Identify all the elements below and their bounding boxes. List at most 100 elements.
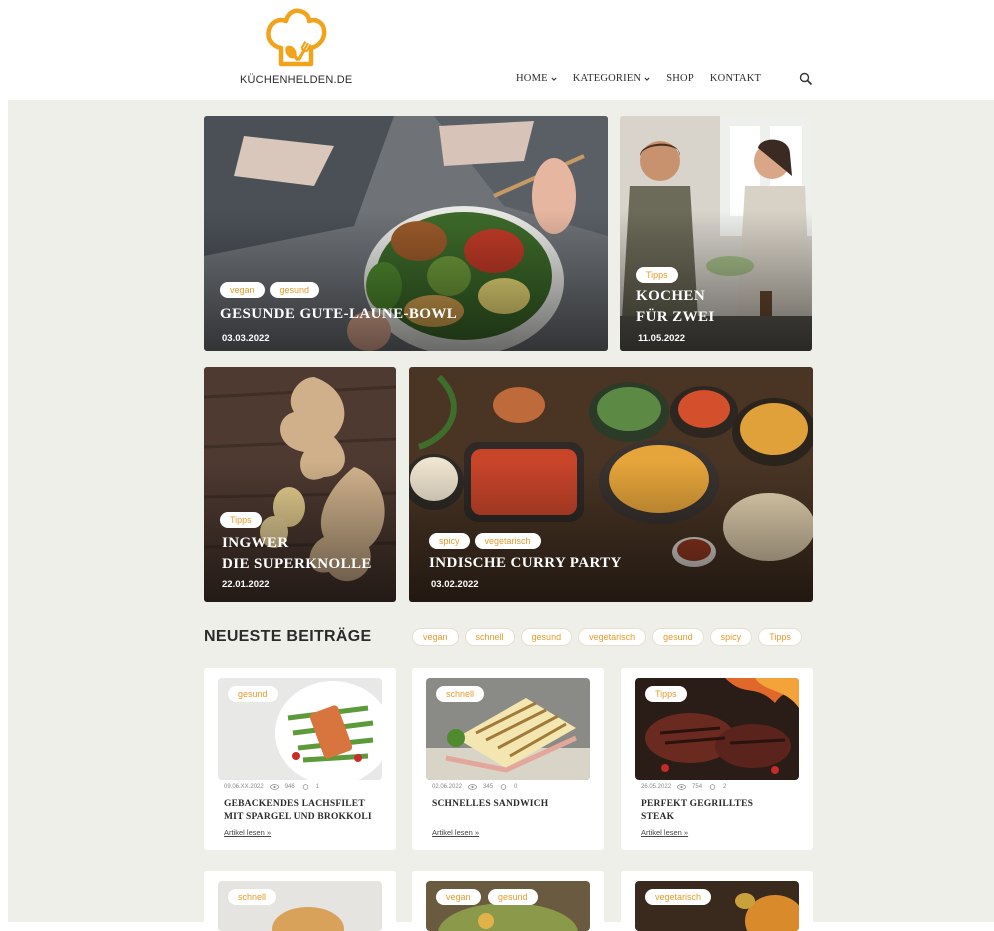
post-tag[interactable]: schnell (436, 686, 485, 702)
post-comments: 1 (315, 784, 320, 790)
post-thumb: gesund (218, 678, 382, 780)
read-more-link[interactable]: Artikel lesen » (432, 828, 479, 837)
post-tag[interactable]: gesund (488, 889, 538, 905)
brand-name: KÜCHENHELDEN.DE (240, 74, 353, 86)
post-title-line: GEBACKENDES LACHSFILET (224, 799, 365, 809)
filter-tags: vegan schnell gesund vegetarisch gesund … (412, 628, 802, 646)
tag-tipps[interactable]: Tipps (220, 512, 262, 528)
post-thumb: schnell (218, 881, 382, 931)
hero-title: GESUNDE GUTE-LAUNE-BOWL (220, 304, 457, 325)
eye-icon (468, 784, 477, 790)
nav-kontakt[interactable]: KONTAKT (710, 73, 761, 84)
post-comments: 2 (723, 784, 727, 790)
hero-date: 03.03.2022 (222, 333, 270, 344)
section-title: NEUESTE BEITRÄGE (204, 628, 372, 645)
eye-icon (269, 784, 279, 790)
tag-tipps[interactable]: Tipps (636, 267, 678, 283)
tag-vegan[interactable]: vegan (220, 282, 265, 298)
post-tag[interactable]: vegan (436, 889, 481, 905)
hero-date: 03.02.2022 (431, 579, 479, 590)
content-area: vegan gesund GESUNDE GUTE-LAUNE-BOWL 03.… (8, 100, 994, 931)
post-date: 02.06.2022 (432, 784, 463, 790)
hero-title: INGWER DIE SUPERKNOLLE (222, 533, 372, 575)
filter-tag-tipps[interactable]: Tipps (758, 628, 802, 646)
post-card-bowl2[interactable]: vegan gesund (412, 871, 604, 931)
hero-tags: Tipps (220, 512, 262, 528)
post-title: PERFEKT GEGRILLTES STEAK (641, 798, 806, 824)
chef-hat-icon (266, 8, 327, 67)
read-more-link[interactable]: Artikel lesen » (224, 828, 271, 837)
filter-tag-spicy[interactable]: spicy (709, 628, 753, 646)
main-nav: HOME KATEGORIEN SHOP KONTAKT (516, 73, 761, 84)
post-title: SCHNELLES SANDWICH (432, 798, 597, 811)
post-card-burger[interactable]: schnell (204, 871, 396, 931)
filter-tag-vegetarisch[interactable]: vegetarisch (578, 628, 647, 646)
hero-date: 22.01.2022 (222, 579, 270, 590)
post-thumb: Tipps (635, 678, 799, 780)
post-views: 754 (692, 784, 703, 790)
post-title-line: PERFEKT GEGRILLTES (641, 799, 754, 809)
hero-title-line: KOCHEN (636, 288, 706, 304)
post-thumb: schnell (426, 678, 590, 780)
hero-card-bowl[interactable]: vegan gesund GESUNDE GUTE-LAUNE-BOWL 03.… (204, 116, 608, 351)
post-date: 26.05.2022 (641, 784, 672, 790)
post-tag[interactable]: gesund (228, 686, 278, 702)
hero-title-line: INGWER (222, 535, 289, 551)
hero-title-line: DIE SUPERKNOLLE (222, 556, 372, 572)
tag-gesund[interactable]: gesund (269, 282, 320, 298)
tag-spicy[interactable]: spicy (429, 533, 470, 549)
nav-shop-label: SHOP (666, 73, 694, 84)
post-views: 345 (483, 784, 494, 790)
comment-icon (500, 784, 507, 790)
nav-kontakt-label: KONTAKT (709, 73, 762, 84)
hero-title-line: INDISCHE CURRY PARTY (429, 555, 622, 571)
post-thumb: vegetarisch (635, 881, 799, 931)
filter-tag-gesund[interactable]: gesund (652, 628, 704, 646)
post-meta: 09.06.XX.2022 946 1 (224, 784, 319, 790)
chevron-down-icon (644, 77, 650, 81)
post-title: GEBACKENDES LACHSFILET MIT SPARGEL UND B… (224, 798, 389, 824)
post-tag[interactable]: vegetarisch (645, 889, 712, 905)
eye-icon (677, 784, 686, 790)
post-meta: 02.06.2022 345 0 (432, 784, 517, 790)
hero-card-curry[interactable]: spicy vegetarisch INDISCHE CURRY PARTY 0… (409, 367, 813, 602)
filter-tag-schnell[interactable]: schnell (464, 628, 515, 646)
chevron-down-icon (551, 77, 557, 81)
hero-title: INDISCHE CURRY PARTY (429, 553, 622, 574)
nav-home-label: HOME (516, 73, 548, 84)
post-thumb: vegan gesund (426, 881, 590, 931)
post-card-vegetarisch[interactable]: vegetarisch (621, 871, 813, 931)
site-logo[interactable]: KÜCHENHELDEN.DE (240, 8, 352, 86)
hero-title: KOCHEN FÜR ZWEI (636, 286, 715, 328)
hero-card-ginger[interactable]: Tipps INGWER DIE SUPERKNOLLE 22.01.2022 (204, 367, 396, 602)
post-tag[interactable]: schnell (228, 889, 277, 905)
post-card-steak[interactable]: Tipps 26.05.2022 754 2 PERFEKT GEGRILLTE… (621, 668, 813, 850)
post-tag[interactable]: Tipps (645, 686, 687, 702)
nav-kategorien-label: KATEGORIEN (572, 73, 642, 84)
post-title-line: SCHNELLES SANDWICH (432, 799, 549, 809)
hero-tags: vegan gesund (220, 282, 320, 298)
hero-shade (204, 210, 608, 351)
tag-vegetarisch[interactable]: vegetarisch (474, 533, 541, 549)
hero-date: 11.05.2022 (638, 333, 686, 344)
comment-icon (302, 784, 308, 790)
nav-kategorien[interactable]: KATEGORIEN (573, 73, 651, 84)
read-more-link[interactable]: Artikel lesen » (641, 828, 688, 837)
hero-tags: Tipps (636, 267, 678, 283)
site-header: KÜCHENHELDEN.DE HOME KATEGORIEN SHOP KON… (0, 0, 994, 100)
nav-home[interactable]: HOME (516, 73, 557, 84)
comment-icon (709, 784, 716, 790)
hero-title-line: GESUNDE GUTE-LAUNE-BOWL (220, 306, 458, 322)
post-card-lachs[interactable]: gesund 09.06.XX.2022 946 1 GEBACKENDES L… (204, 668, 396, 850)
nav-shop[interactable]: SHOP (666, 73, 694, 84)
search-icon[interactable] (799, 72, 813, 86)
hero-title-line: FÜR ZWEI (636, 309, 715, 325)
post-card-sandwich[interactable]: schnell 02.06.2022 345 0 SCHNELLES SANDW… (412, 668, 604, 850)
post-comments: 0 (514, 784, 518, 790)
filter-tag-vegan[interactable]: vegan (412, 628, 459, 646)
hero-tags: spicy vegetarisch (429, 533, 541, 549)
post-date: 09.06.XX.2022 (224, 784, 264, 790)
post-title-line: STEAK (641, 812, 675, 822)
filter-tag-gesund[interactable]: gesund (520, 628, 573, 646)
hero-card-couple[interactable]: Tipps KOCHEN FÜR ZWEI 11.05.2022 (620, 116, 812, 351)
